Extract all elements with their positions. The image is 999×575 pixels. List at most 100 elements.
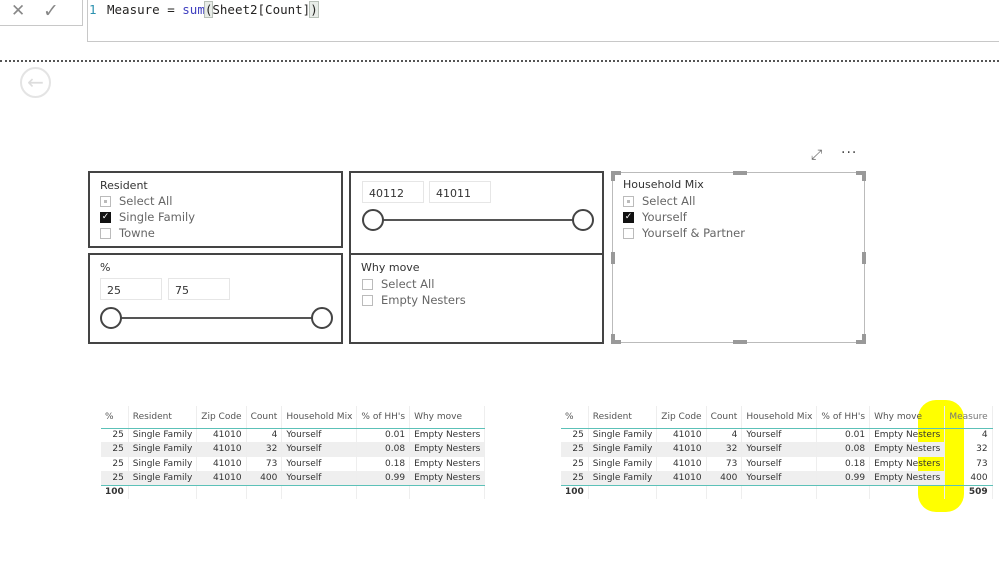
slider-min-handle[interactable]: [362, 209, 384, 231]
focus-mode-icon[interactable]: ⤢: [811, 147, 822, 163]
checkbox-icon[interactable]: ✓: [100, 211, 111, 223]
table-cell: 41010: [196, 456, 247, 471]
total-cell: [409, 485, 486, 500]
table-row: 25 Single Family 41010 400 Yourself 0.99 Empty…: [101, 470, 486, 486]
slider-max-handle[interactable]: [572, 209, 594, 231]
column-header[interactable]: % of HH's: [356, 406, 411, 429]
slicer-item[interactable]: Select All: [362, 277, 434, 291]
formula-text: Measure = sum(Sheet2[Count]): [107, 1, 319, 18]
resize-handle[interactable]: [862, 334, 866, 344]
zip-slicer: 40112 41011: [349, 171, 604, 255]
checkbox-icon[interactable]: [100, 195, 111, 207]
household-mix-slicer[interactable]: Household Mix Select All ✓ Yourself Yoursel…: [611, 171, 866, 344]
column-header[interactable]: Count: [246, 406, 283, 429]
total-cell: [588, 485, 658, 500]
table-cell: 25: [101, 470, 129, 486]
checkbox-icon[interactable]: [362, 278, 373, 290]
column-header[interactable]: Why move: [869, 406, 946, 429]
slicer-item-label: Select All: [119, 194, 173, 208]
table-row: 25 Single Family 41010 400 Yourself 0.99 Empty…: [561, 470, 993, 486]
slicer-item-label: Towne: [119, 226, 155, 240]
resize-handle[interactable]: [862, 252, 866, 264]
table-cell: Empty Nesters: [409, 428, 486, 443]
resident-slicer: Resident Select All ✓ Single Family Towne: [88, 171, 343, 248]
table-cell: Yourself: [281, 470, 358, 486]
resize-handle[interactable]: [611, 171, 615, 181]
checkbox-icon[interactable]: [623, 227, 634, 239]
slicer-item[interactable]: ✓ Yourself: [623, 210, 687, 224]
percent-max-input[interactable]: 75: [168, 278, 230, 300]
slider-max-handle[interactable]: [311, 307, 333, 329]
zip-min-input[interactable]: 40112: [362, 181, 424, 203]
slicer-item[interactable]: Select All: [100, 194, 172, 208]
table-cell: Empty Nesters: [869, 456, 946, 471]
resize-handle[interactable]: [733, 340, 747, 344]
checkbox-icon[interactable]: [623, 195, 634, 207]
table-cell: 0.99: [356, 470, 411, 486]
column-header[interactable]: Household Mix: [281, 406, 358, 429]
slicer-item-label: Yourself: [642, 210, 687, 224]
formula-editor[interactable]: 1 Measure = sum(Sheet2[Count]): [87, 0, 999, 42]
zip-max-input[interactable]: 41011: [429, 181, 491, 203]
table-cell: 0.01: [356, 428, 411, 443]
table-cell: Yourself: [281, 442, 358, 457]
table-cell: 41010: [196, 442, 247, 457]
table-cell: 73: [246, 456, 283, 471]
column-header[interactable]: Count: [706, 406, 743, 429]
column-header[interactable]: Resident: [128, 406, 198, 429]
cancel-icon[interactable]: ✕: [11, 1, 25, 21]
table-cell: 73: [944, 456, 993, 471]
resize-handle[interactable]: [733, 171, 747, 175]
percent-min-input[interactable]: 25: [100, 278, 162, 300]
table-cell: 41010: [656, 442, 707, 457]
table-cell: 400: [706, 470, 743, 486]
column-header[interactable]: Household Mix: [741, 406, 818, 429]
total-cell: [356, 485, 411, 500]
slicer-item[interactable]: ✓ Single Family: [100, 210, 195, 224]
table-cell: Yourself: [741, 456, 818, 471]
checkbox-icon[interactable]: ✓: [623, 211, 634, 223]
slicer-item-label: Yourself & Partner: [642, 226, 745, 240]
total-cell: [816, 485, 871, 500]
column-header[interactable]: Resident: [588, 406, 658, 429]
more-options-icon[interactable]: ···: [841, 145, 857, 161]
total-cell: [741, 485, 818, 500]
resize-handle[interactable]: [862, 171, 866, 181]
table-cell: Empty Nesters: [409, 470, 486, 486]
table-cell: 25: [561, 456, 589, 471]
table-cell: Single Family: [128, 456, 198, 471]
column-header[interactable]: %: [561, 406, 589, 429]
table-cell: Empty Nesters: [409, 456, 486, 471]
checkbox-icon[interactable]: [100, 227, 111, 239]
table-cell: 25: [101, 456, 129, 471]
resize-handle[interactable]: [611, 334, 615, 344]
slicer-item-label: Select All: [381, 277, 435, 291]
commit-icon[interactable]: ✓: [43, 0, 59, 22]
slider-min-handle[interactable]: [100, 307, 122, 329]
slicer-item[interactable]: Towne: [100, 226, 155, 240]
slicer-item[interactable]: Select All: [623, 194, 695, 208]
formula-function: sum: [182, 2, 205, 17]
slicer-item[interactable]: Yourself & Partner: [623, 226, 745, 240]
table-cell: 4: [944, 428, 993, 443]
column-header[interactable]: % of HH's: [816, 406, 871, 429]
column-header[interactable]: Measure: [944, 406, 993, 429]
column-header[interactable]: %: [101, 406, 129, 429]
total-cell: 100: [101, 485, 129, 500]
table-cell: 41010: [656, 428, 707, 443]
table-right: % Resident Zip Code Count Household Mix% of …: [561, 406, 993, 500]
column-header[interactable]: Why move: [409, 406, 486, 429]
column-header[interactable]: Zip Code: [656, 406, 707, 429]
table-cell: Single Family: [588, 456, 658, 471]
column-header[interactable]: Zip Code: [196, 406, 247, 429]
total-cell: [869, 485, 946, 500]
back-arrow-icon[interactable]: ←: [20, 67, 51, 98]
total-cell: 100: [561, 485, 589, 500]
checkbox-icon[interactable]: [362, 294, 373, 306]
resize-handle[interactable]: [611, 252, 615, 264]
table-cell: 41010: [196, 428, 247, 443]
total-cell: [246, 485, 283, 500]
slicer-item[interactable]: Empty Nesters: [362, 293, 466, 307]
slicer-item-label: Single Family: [119, 210, 196, 224]
table-row: 25 Single Family 41010 32 Yourself 0.08 Empty …: [561, 442, 993, 457]
